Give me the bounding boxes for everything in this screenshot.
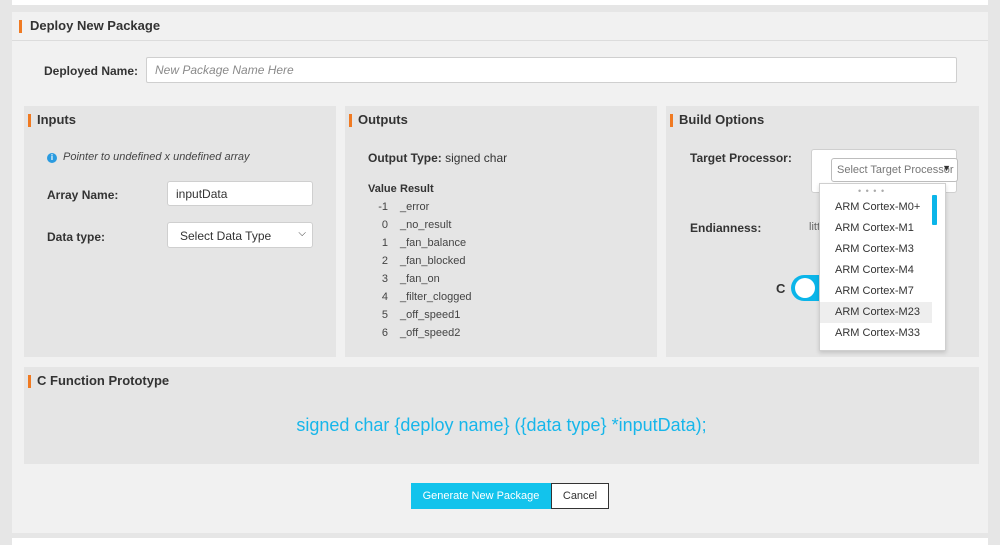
outputs-title-text: Outputs [358, 112, 408, 127]
dropdown-option-hovered[interactable]: ARM Cortex-M23 [820, 302, 932, 323]
row-value: 1 [381, 237, 388, 249]
array-info: i Pointer to undefined x undefined array [47, 151, 250, 163]
target-processor-select[interactable]: Select Target Processor ▼ [831, 158, 958, 182]
accent-bar [349, 114, 352, 128]
output-table: Value Result -1 _error 0 _no_result 1 _fan_… [368, 183, 472, 345]
target-processor-label: Target Processor: [690, 151, 792, 165]
row-value: 4 [381, 291, 388, 303]
row-result: _off_speed1 [400, 309, 461, 321]
col-value-header: Value [368, 183, 397, 195]
row-result: _off_speed2 [400, 327, 461, 339]
table-row: 3 _fan_on [368, 273, 472, 291]
accent-bar [19, 20, 22, 34]
data-type-select[interactable]: Select Data Type ⌵ [167, 222, 313, 248]
inputs-title-text: Inputs [37, 112, 76, 127]
row-value: 3 [381, 273, 388, 285]
dropdown-option[interactable]: ARM Cortex-M4 [820, 260, 932, 281]
col-result-header: Result [400, 183, 434, 195]
row-result: _filter_clogged [400, 291, 472, 303]
data-type-selected: Select Data Type [180, 229, 272, 243]
inputs-card: Inputs i Pointer to undefined x undefined… [24, 106, 336, 357]
bottom-strip [12, 538, 988, 545]
build-options-title: Build Options [670, 112, 765, 128]
row-result: _fan_on [400, 273, 440, 285]
toggle-knob [795, 278, 815, 298]
top-strip [12, 0, 988, 5]
dropdown-option[interactable]: ARM Cortex-M7 [820, 281, 932, 302]
output-type-label: Output Type: [368, 151, 442, 165]
output-type-value: signed char [445, 151, 508, 165]
prototype-card: C Function Prototype signed char {deploy… [24, 367, 979, 464]
row-value: 0 [381, 219, 388, 231]
target-processor-dropdown: • • • • ARM Cortex-M0+ ARM Cortex-M1 ARM… [819, 183, 946, 351]
deployed-name-label: Deployed Name: [44, 64, 139, 78]
row-result: _fan_balance [400, 237, 467, 249]
dropdown-option[interactable]: ARM Cortex-M3 [820, 239, 932, 260]
cancel-button[interactable]: Cancel [551, 483, 609, 509]
dropdown-option[interactable]: ARM Cortex-M0+ [820, 197, 932, 218]
deployed-name-input[interactable] [146, 57, 957, 83]
prototype-signature: signed char {deploy name} ({data type} *… [296, 415, 707, 435]
array-info-text: Pointer to undefined x undefined array [63, 151, 250, 163]
dropdown-option[interactable]: ARM Cortex-M1 [820, 218, 932, 239]
table-row: 1 _fan_balance [368, 237, 472, 255]
language-label: C [776, 281, 786, 296]
data-type-label: Data type: [47, 230, 106, 244]
inputs-title: Inputs [28, 112, 76, 128]
array-name-label: Array Name: [47, 188, 119, 202]
table-row: 2 _fan_blocked [368, 255, 472, 273]
prototype-title: C Function Prototype [28, 373, 170, 389]
generate-package-button[interactable]: Generate New Package [411, 483, 551, 509]
dropdown-scrollbar[interactable] [932, 195, 937, 225]
table-row: 0 _no_result [368, 219, 472, 237]
row-value: 2 [381, 255, 388, 267]
row-value: -1 [378, 201, 388, 213]
dropdown-scrolled-hint: • • • • [858, 186, 886, 196]
table-row: -1 _error [368, 201, 472, 219]
panel-header: Deploy New Package [12, 12, 988, 41]
row-value: 6 [381, 327, 388, 339]
table-row: 5 _off_speed1 [368, 309, 472, 327]
panel-title: Deploy New Package [30, 18, 161, 33]
outputs-title: Outputs [349, 112, 408, 128]
row-result: _fan_blocked [400, 255, 466, 267]
build-options-title-text: Build Options [679, 112, 765, 127]
accent-bar [28, 114, 31, 128]
row-result: _no_result [400, 219, 452, 231]
row-result: _error [400, 201, 430, 213]
array-name-input[interactable] [167, 181, 313, 206]
output-type: Output Type: signed char [368, 151, 507, 165]
chevron-down-icon: ⌵ [298, 228, 306, 239]
accent-bar [28, 375, 31, 389]
outputs-card: Outputs Output Type: signed char Value R… [345, 106, 657, 357]
endianness-label: Endianness: [690, 221, 762, 235]
table-row: 4 _filter_clogged [368, 291, 472, 309]
output-table-header: Value Result [368, 183, 472, 201]
prototype-title-text: C Function Prototype [37, 373, 170, 388]
caret-down-icon: ▼ [942, 163, 951, 173]
accent-bar [670, 114, 673, 128]
target-processor-placeholder: Select Target Processor [837, 164, 954, 176]
info-icon: i [47, 153, 57, 163]
row-value: 5 [381, 309, 388, 321]
table-row: 6 _off_speed2 [368, 327, 472, 345]
dropdown-option[interactable]: ARM Cortex-M33 [820, 323, 932, 344]
